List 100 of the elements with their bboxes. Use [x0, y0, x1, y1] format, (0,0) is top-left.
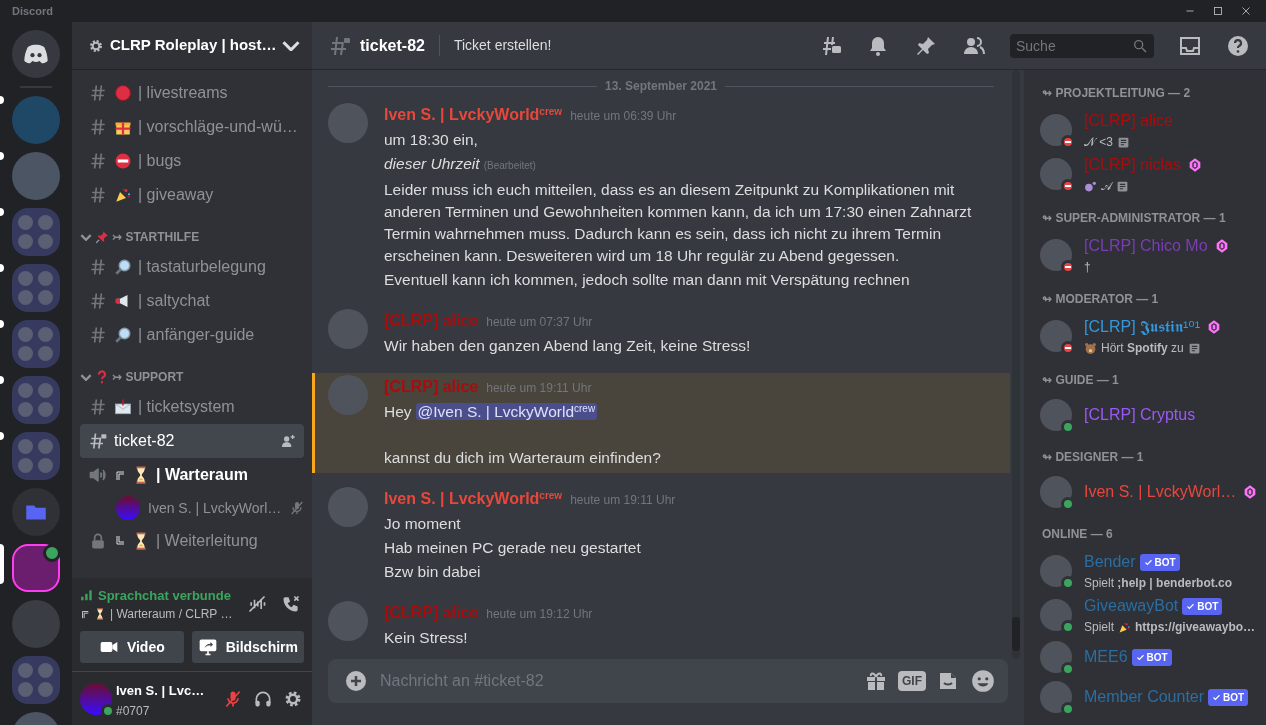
chevron-icon	[282, 40, 301, 51]
channel-item[interactable]: | vorschläge-und-wü…	[80, 110, 304, 144]
bot-tag: BOT	[1139, 553, 1180, 571]
search-field[interactable]: Suche	[1010, 33, 1154, 58]
server-folder[interactable]	[12, 208, 60, 256]
member-avatar[interactable]	[1040, 399, 1072, 431]
channel-item[interactable]: | ticketsystem	[80, 390, 304, 424]
home-button[interactable]	[12, 30, 60, 78]
activity-text: Hört Spotify zu	[1101, 340, 1184, 357]
activity-text: https://giveawaybo…	[1135, 619, 1256, 636]
add-member-icon[interactable]	[280, 433, 296, 449]
corner-icon	[80, 609, 90, 619]
author-name[interactable]: Iven S. | LvckyWorld$^{crew}$	[384, 103, 563, 127]
member-name[interactable]: Bender	[1084, 550, 1136, 574]
video-button[interactable]: Video	[80, 631, 184, 663]
message-text: Hey	[384, 403, 412, 420]
edited-label: (Bearbeitet)	[483, 160, 536, 171]
server-folder[interactable]	[12, 264, 60, 312]
channel-item[interactable]: | Weiterleitung	[80, 524, 304, 558]
maximize-icon[interactable]	[1211, 4, 1225, 18]
server-folder[interactable]	[12, 376, 60, 424]
corner-icon	[114, 535, 126, 547]
channel-item[interactable]: | saltychat	[80, 284, 304, 318]
activity-text: Spielt	[1084, 619, 1115, 636]
scrollbar[interactable]	[1012, 70, 1020, 659]
timestamp: heute um 19:11 Uhr	[570, 492, 676, 509]
server-folder[interactable]	[12, 320, 60, 368]
magnifier-icon	[114, 326, 132, 344]
help-icon[interactable]	[1226, 33, 1250, 58]
channel-title: ticket-82	[360, 35, 425, 56]
member-name[interactable]: Iven S. | LvckyWorl…	[1084, 480, 1237, 504]
user-avatar[interactable]	[80, 682, 112, 715]
noise-suppression-icon[interactable]	[247, 594, 267, 615]
channel-item[interactable]: | tastaturbelegung	[80, 250, 304, 284]
voice-user-name[interactable]: Iven S. | LvckyWorl…	[148, 497, 282, 519]
date-divider: 13. September 2021	[604, 78, 718, 95]
user-name: Iven S. | Lvc…	[116, 681, 205, 700]
member-avatar[interactable]	[1040, 681, 1072, 713]
caret-icon[interactable]	[80, 373, 92, 381]
pushpin-icon	[95, 230, 109, 244]
message-text: Wir haben den ganzen Abend lang Zeit, keine Stress!	[384, 336, 752, 356]
message-text: Jo moment	[384, 514, 462, 534]
member-avatar[interactable]	[1040, 320, 1072, 352]
member-avatar[interactable]	[1040, 158, 1072, 190]
member-name[interactable]: [CLRP] Cryptus	[1084, 403, 1196, 427]
envelope-icon	[114, 398, 132, 416]
message-text: kannst du dich im Warteraum einfinden?	[384, 448, 662, 468]
note-icon	[1116, 179, 1129, 193]
member-name[interactable]: MEE6	[1084, 645, 1128, 669]
group-title: ONLINE — 6	[1042, 526, 1114, 543]
channel-item[interactable]: | giveaway	[80, 178, 304, 212]
check-icon	[1186, 601, 1196, 611]
note-icon	[1117, 135, 1130, 149]
channel-item[interactable]: | Warteraum	[80, 458, 304, 492]
message-text: Bzw bin dabei	[384, 562, 482, 582]
user-avatar	[116, 496, 140, 520]
channel-item[interactable]: | livestreams	[80, 76, 304, 110]
plus-icon[interactable]	[344, 669, 368, 693]
user-mention[interactable]: @Iven S. | LvckyWorld$^{crew}$	[415, 403, 598, 420]
channel-topic: Ticket erstellen!	[438, 35, 552, 56]
category-name[interactable]: ↣ SUPPORT	[112, 368, 184, 386]
connection-status: Sprachchat verbunde	[98, 586, 231, 605]
server-folder[interactable]	[12, 488, 60, 536]
channel-item[interactable]: | anfänger-guide	[80, 318, 304, 352]
server-name: CLRP Roleplay | host…	[110, 35, 277, 56]
activity-text: 𝒩 <3	[1084, 134, 1113, 151]
activity-text: Spielt ;help | benderbot.co	[1084, 575, 1233, 592]
no-entry-icon	[114, 152, 132, 170]
channel-item[interactable]: | bugs	[80, 144, 304, 178]
hash-icon	[88, 325, 108, 345]
message-text: Eventuell kann ich kommen, jedoch sollte man dann mit Verspätung rechnen	[384, 270, 911, 290]
server-folder[interactable]	[12, 432, 60, 480]
message-text: um 18:30 ein,	[384, 130, 479, 150]
member-name[interactable]: GiveawayBot	[1084, 594, 1179, 618]
check-icon	[1135, 652, 1145, 662]
member-avatar[interactable]	[1040, 599, 1072, 631]
member-avatar[interactable]	[1040, 476, 1072, 508]
hourglass-icon	[94, 608, 106, 620]
magnifier-icon	[114, 258, 132, 276]
server-folder[interactable]	[12, 656, 60, 704]
member-name[interactable]: [CLRP] 𝕵𝖚𝖘𝖙𝖎𝖓¹⁰¹	[1084, 315, 1201, 339]
member-avatar[interactable]	[1040, 555, 1072, 587]
channel-item[interactable]: ticket-82	[80, 424, 304, 458]
member-avatar[interactable]	[1040, 114, 1072, 146]
party-popper-icon	[1118, 620, 1132, 634]
member-avatar[interactable]	[1040, 641, 1072, 673]
category-name[interactable]: ↣ STARTHILFE	[112, 228, 200, 246]
server-icon[interactable]	[12, 544, 60, 592]
member-name[interactable]: Member Counter	[1084, 685, 1205, 709]
member-avatar[interactable]	[1040, 239, 1072, 271]
timestamp: heute um 19:11 Uhr	[486, 380, 592, 397]
gif-button[interactable]: GIF	[898, 671, 926, 691]
voice-channel-link[interactable]: | Warteraum / CLRP …	[110, 605, 233, 623]
caret-icon[interactable]	[80, 233, 92, 241]
emoji-icon[interactable]	[970, 668, 996, 694]
muted-mic-icon[interactable]	[223, 688, 243, 709]
hash-icon	[88, 151, 108, 171]
author-name[interactable]: Iven S. | LvckyWorld$^{crew}$	[384, 487, 563, 511]
bot-tag: BOT	[1182, 597, 1223, 615]
screen-share-button[interactable]: Bildschirm	[191, 631, 304, 663]
